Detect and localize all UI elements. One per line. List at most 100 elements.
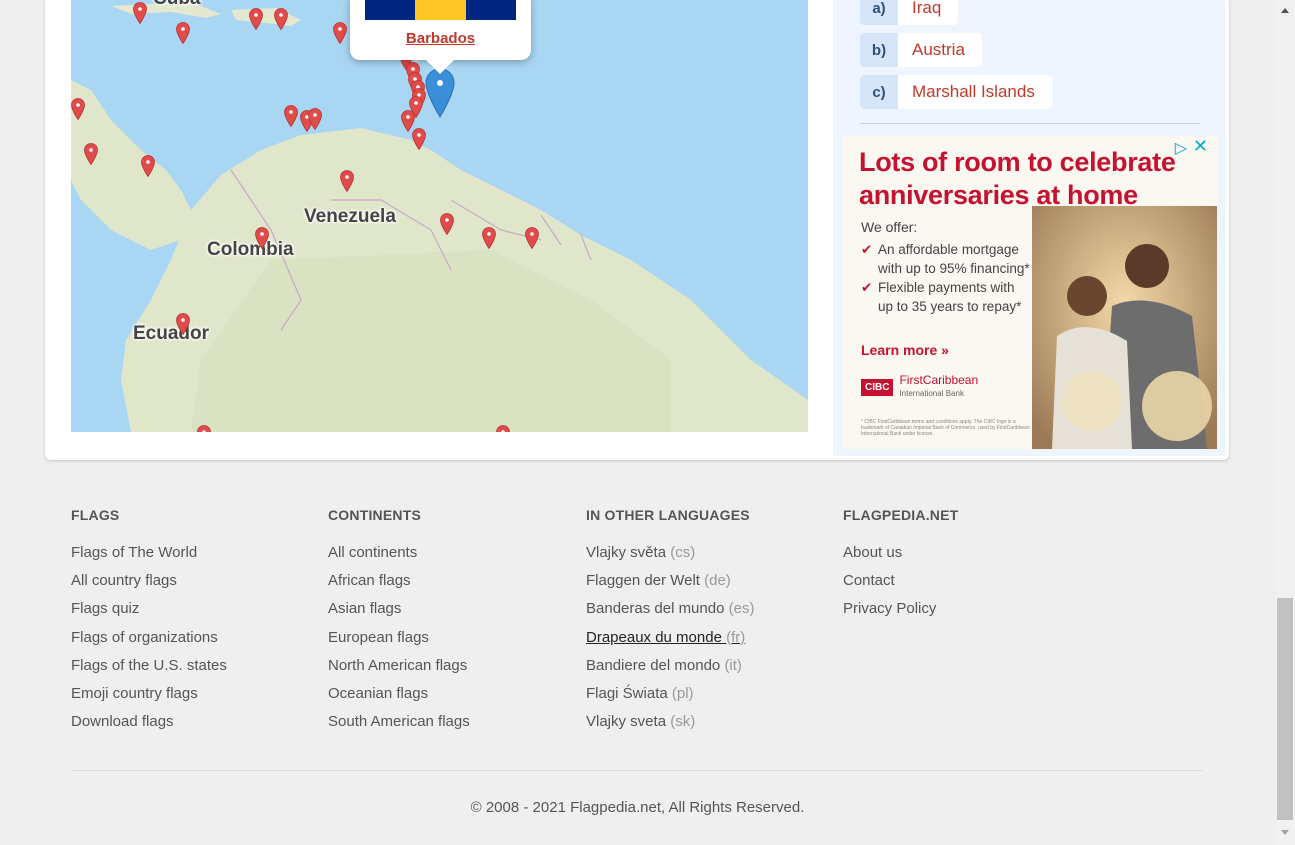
- footer-link-text: Vlajky světa: [586, 544, 667, 561]
- footer-link[interactable]: European flags: [328, 628, 470, 656]
- scroll-up-arrow-icon[interactable]: [1281, 8, 1289, 13]
- answer-name: Iraq: [898, 0, 959, 25]
- copyright: © 2008 - 2021 Flagpedia.net, All Rights …: [470, 799, 805, 816]
- map-pin[interactable]: [249, 8, 263, 30]
- footer-link[interactable]: All continents: [328, 543, 470, 571]
- map-label-ecuador: Ecuador: [133, 323, 210, 344]
- footer-link-text: Flags of The World: [71, 544, 198, 561]
- map-pin[interactable]: [482, 227, 496, 249]
- footer-column-in-other-languages: IN OTHER LANGUAGES Vlajky světa (cs) Flagg…: [586, 507, 754, 740]
- footer-link-text: Flaggen der Welt: [586, 572, 700, 590]
- footer-link-text: Flags of organizations: [71, 628, 218, 646]
- footer-link[interactable]: Download flags: [71, 712, 227, 740]
- answer-letter: b): [860, 33, 898, 67]
- footer-link-text: Vlajky sveta: [586, 713, 667, 731]
- footer-link[interactable]: Contact: [843, 571, 958, 599]
- footer-link[interactable]: Banderas del mundo (es): [586, 599, 754, 627]
- selected-map-pin[interactable]: [425, 68, 455, 118]
- barbados-flag-image: [365, 0, 516, 20]
- map-pin[interactable]: [133, 2, 147, 24]
- check-icon: ✔: [861, 242, 873, 257]
- ad-cta-text: Learn more: [861, 342, 938, 358]
- footer-link[interactable]: Flags quiz: [71, 599, 227, 627]
- scrollbar-thumb[interactable]: [1277, 598, 1293, 820]
- map-pin[interactable]: [176, 313, 190, 335]
- footer-link[interactable]: North American flags: [328, 656, 470, 684]
- map-pin[interactable]: [176, 22, 190, 44]
- ad-brand-sub: International Bank: [899, 389, 964, 398]
- ad-offer-intro: We offer:: [861, 219, 918, 235]
- map-pin[interactable]: [255, 227, 269, 249]
- map-pin[interactable]: [308, 108, 322, 130]
- check-icon: ✔: [861, 280, 873, 295]
- quiz-answer-c[interactable]: c) Marshall Islands: [860, 75, 1052, 109]
- map-pin[interactable]: [141, 155, 155, 177]
- footer-link[interactable]: Drapeaux du monde (fr): [586, 628, 754, 656]
- footer-link[interactable]: Flagi Świata (pl): [586, 684, 754, 712]
- page-scrollbar[interactable]: [1276, 0, 1295, 845]
- quiz-answer-a[interactable]: a) Iraq: [860, 0, 959, 25]
- footer-link[interactable]: Privacy Policy: [843, 599, 958, 627]
- footer-link-text: Download flags: [71, 713, 174, 731]
- map-pin[interactable]: [71, 98, 85, 120]
- footer-link[interactable]: Flags of the U.S. states: [71, 656, 227, 684]
- double-chevron-right-icon: »: [941, 342, 949, 358]
- footer-link[interactable]: About us: [843, 543, 958, 571]
- ad-bullets: ✔ An affordable mortgage with up to 95% f…: [861, 240, 1043, 316]
- map-pin[interactable]: [274, 8, 288, 30]
- footer-link-text: South American flags: [328, 713, 470, 731]
- footer-link[interactable]: African flags: [328, 571, 470, 599]
- map-label-venezuela: Venezuela: [304, 206, 396, 227]
- ad-brand-name: FirstCaribbean International Bank: [899, 374, 978, 400]
- scroll-down-arrow-icon[interactable]: [1281, 830, 1289, 835]
- map-pin[interactable]: [84, 143, 98, 165]
- footer-link[interactable]: Vlajky světa (cs): [586, 543, 754, 571]
- footer-column-continents: CONTINENTS All continents African flags Asi…: [328, 507, 470, 740]
- language-code: (es): [728, 600, 755, 618]
- map-label-cuba: Cuba: [153, 0, 201, 10]
- footer-link-text: About us: [843, 544, 903, 561]
- footer-link-text: Banderas del mundo: [586, 600, 725, 618]
- footer-link-text: Contact: [843, 572, 895, 590]
- map-pin[interactable]: [333, 22, 347, 44]
- footer-link-text: Bandiere del mondo: [586, 656, 721, 674]
- footer-link[interactable]: Vlajky sveta (sk): [586, 712, 754, 740]
- footer-link[interactable]: Oceanian flags: [328, 684, 470, 712]
- map-pin[interactable]: [340, 170, 354, 192]
- popup-country-link[interactable]: Barbados: [350, 30, 531, 47]
- footer-column-title: CONTINENTS: [328, 507, 421, 523]
- map-label-colombia: Colombia: [207, 239, 294, 260]
- footer-link-text: European flags: [328, 628, 429, 646]
- map-pin[interactable]: [440, 213, 454, 235]
- map-pin[interactable]: [284, 105, 298, 127]
- answer-letter: c): [860, 75, 898, 109]
- language-code: (it): [724, 656, 742, 674]
- footer-link-text: All country flags: [71, 572, 177, 590]
- ad-bullet-text: Flexible payments with up to 35 years to…: [878, 280, 1022, 314]
- footer-link[interactable]: Asian flags: [328, 599, 470, 627]
- footer-link[interactable]: Bandiere del mondo (it): [586, 656, 754, 684]
- footer-link[interactable]: Flaggen der Welt (de): [586, 571, 754, 599]
- map-pin[interactable]: [496, 425, 510, 432]
- footer-link[interactable]: Flags of organizations: [71, 628, 227, 656]
- ad-headline: Lots of room to celebrate anniversaries …: [859, 147, 1176, 210]
- quiz-answer-b[interactable]: b) Austria: [860, 33, 982, 67]
- adchoices-icon[interactable]: ▷: [1175, 138, 1187, 158]
- map-pin[interactable]: [197, 425, 211, 432]
- ad-learn-more-link[interactable]: Learn more »: [861, 342, 949, 358]
- language-code: (cs): [670, 544, 696, 561]
- close-icon[interactable]: ✕: [1193, 136, 1208, 157]
- answer-name: Marshall Islands: [898, 75, 1052, 109]
- ad-brand-box: CIBC: [861, 378, 894, 396]
- footer-link[interactable]: Emoji country flags: [71, 684, 227, 712]
- footer-link[interactable]: All country flags: [71, 571, 227, 599]
- footer-link[interactable]: Flags of The World: [71, 543, 227, 571]
- footer-link-text: Oceanian flags: [328, 684, 429, 702]
- map-pin[interactable]: [525, 227, 539, 249]
- map-popup: Barbados: [350, 0, 531, 74]
- footer-link-text: Drapeaux du monde: [586, 628, 722, 646]
- map-pin[interactable]: [412, 128, 426, 150]
- footer-link-text: Flags of the U.S. states: [71, 656, 227, 674]
- footer-link[interactable]: South American flags: [328, 712, 470, 740]
- advertisement[interactable]: Lots of room to celebrate anniversaries …: [842, 136, 1217, 449]
